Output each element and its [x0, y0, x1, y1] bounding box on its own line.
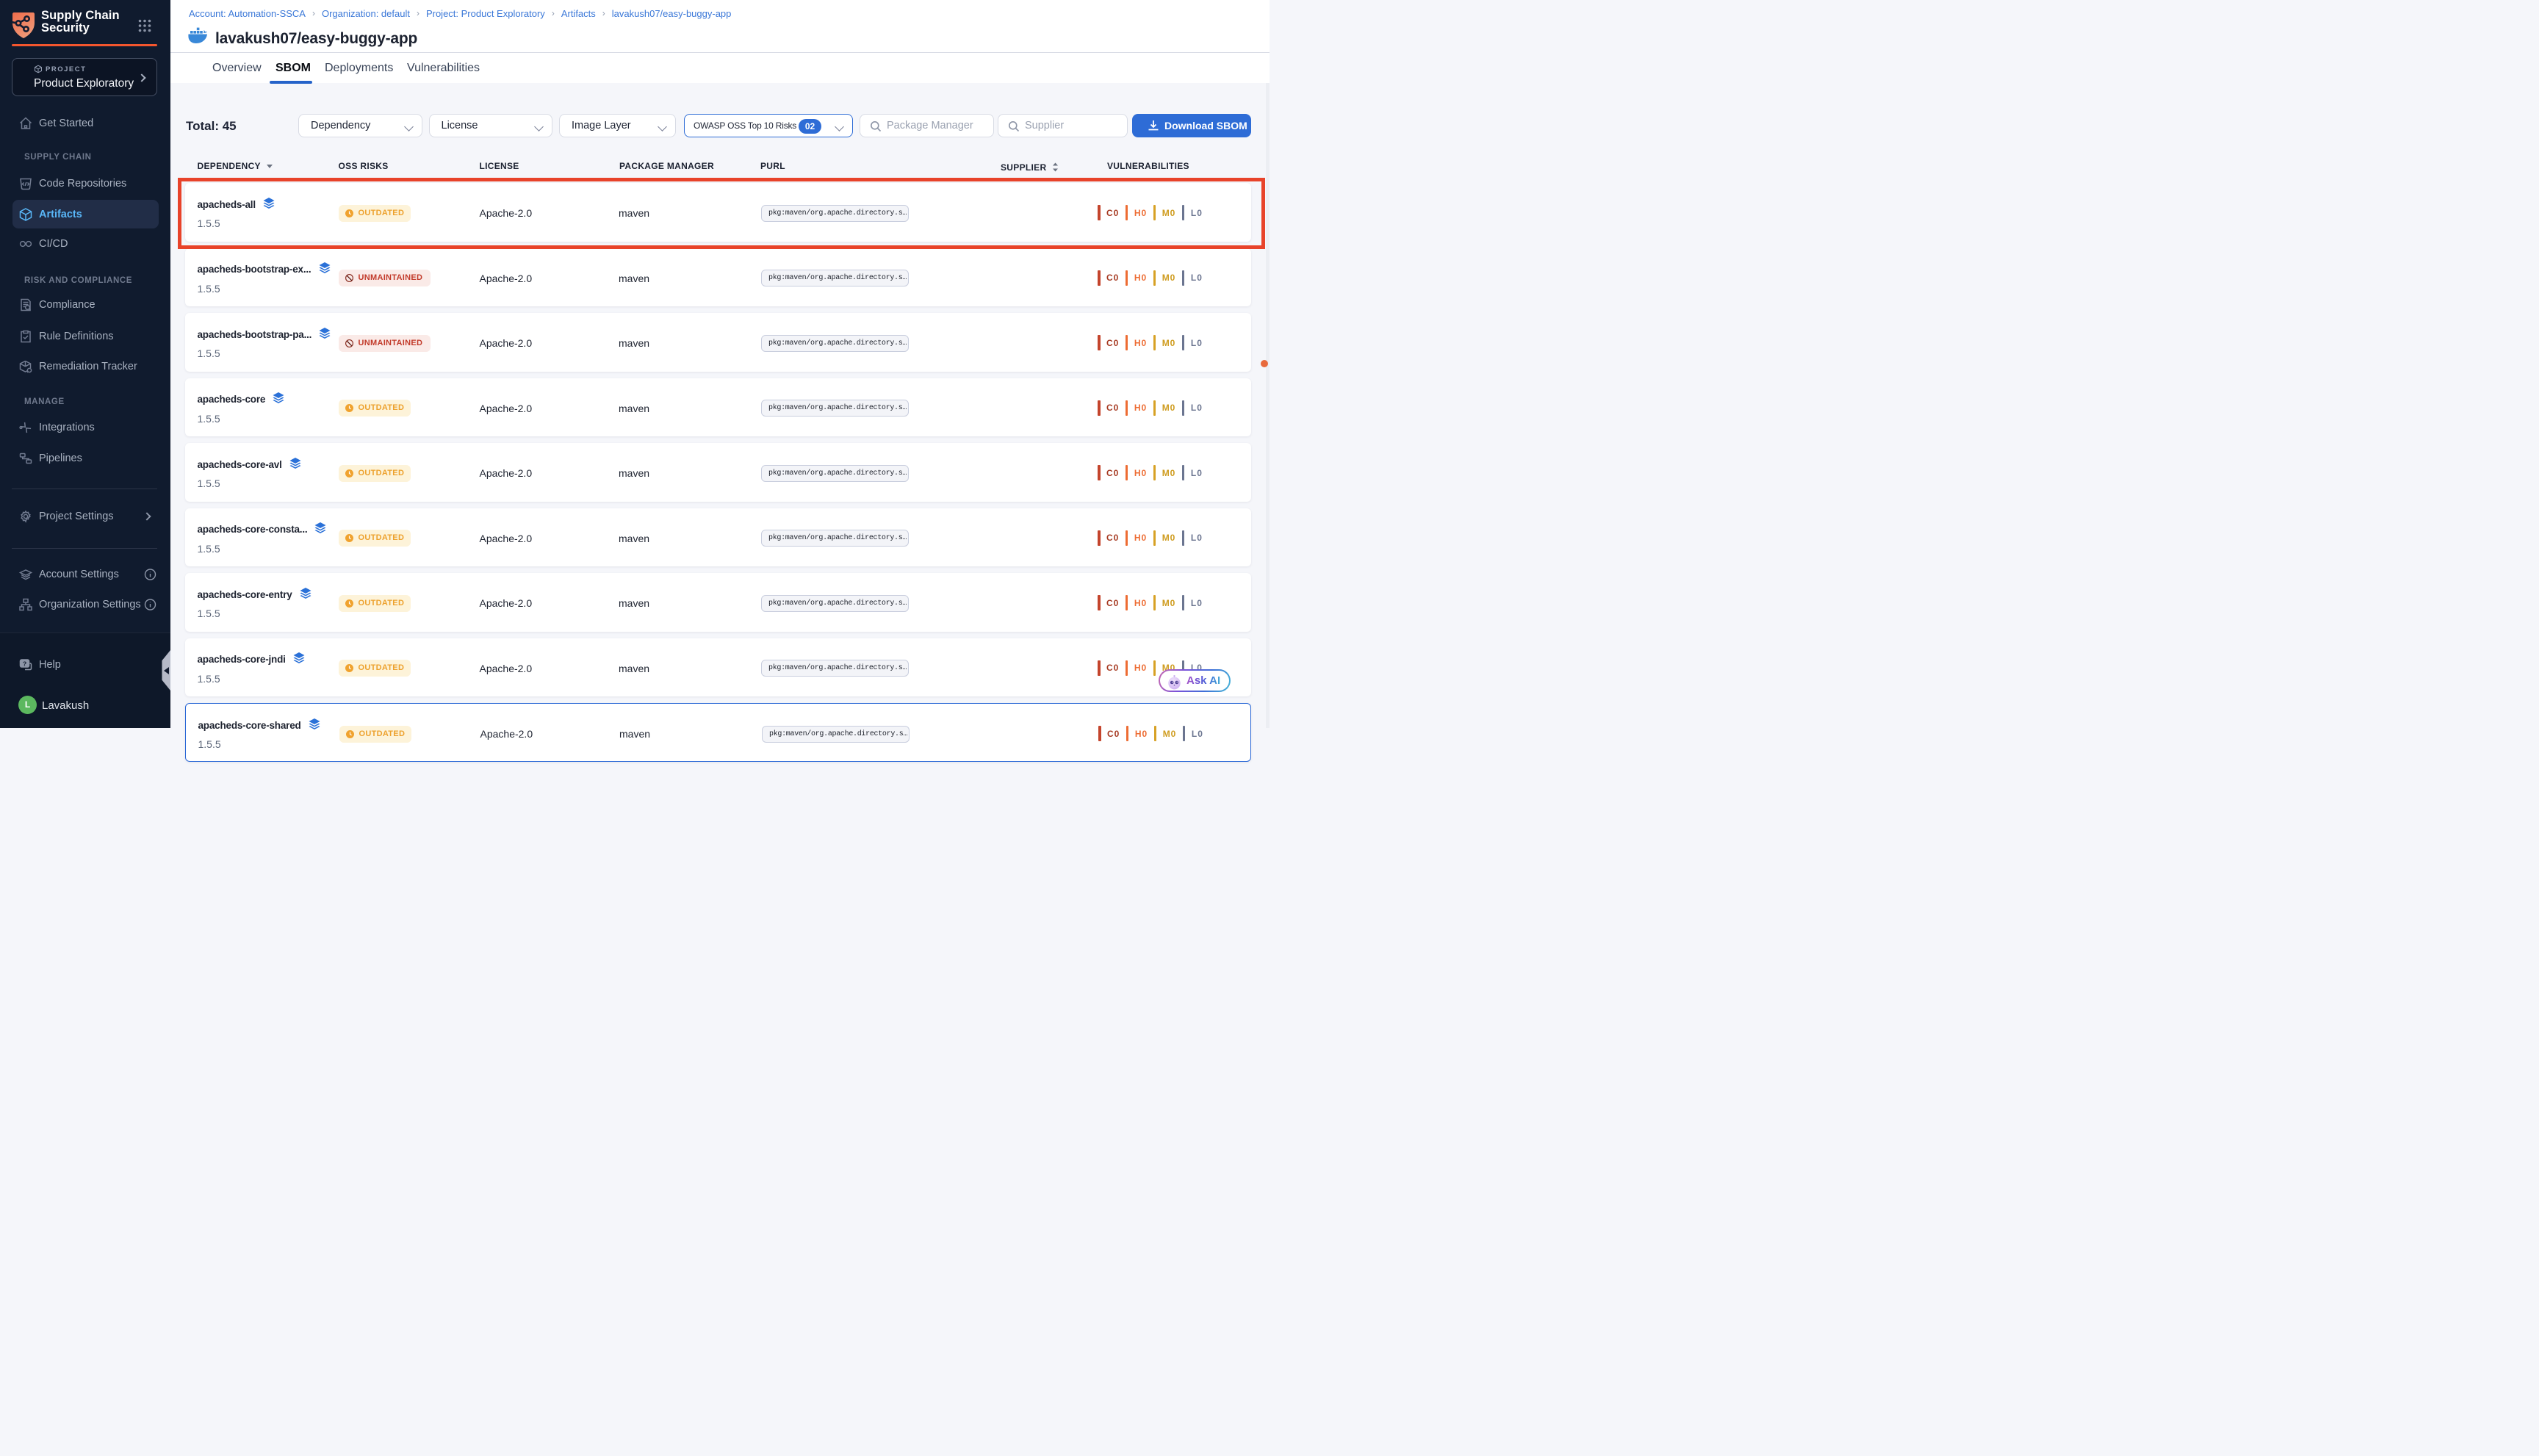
svg-text:?: ?	[23, 660, 26, 668]
